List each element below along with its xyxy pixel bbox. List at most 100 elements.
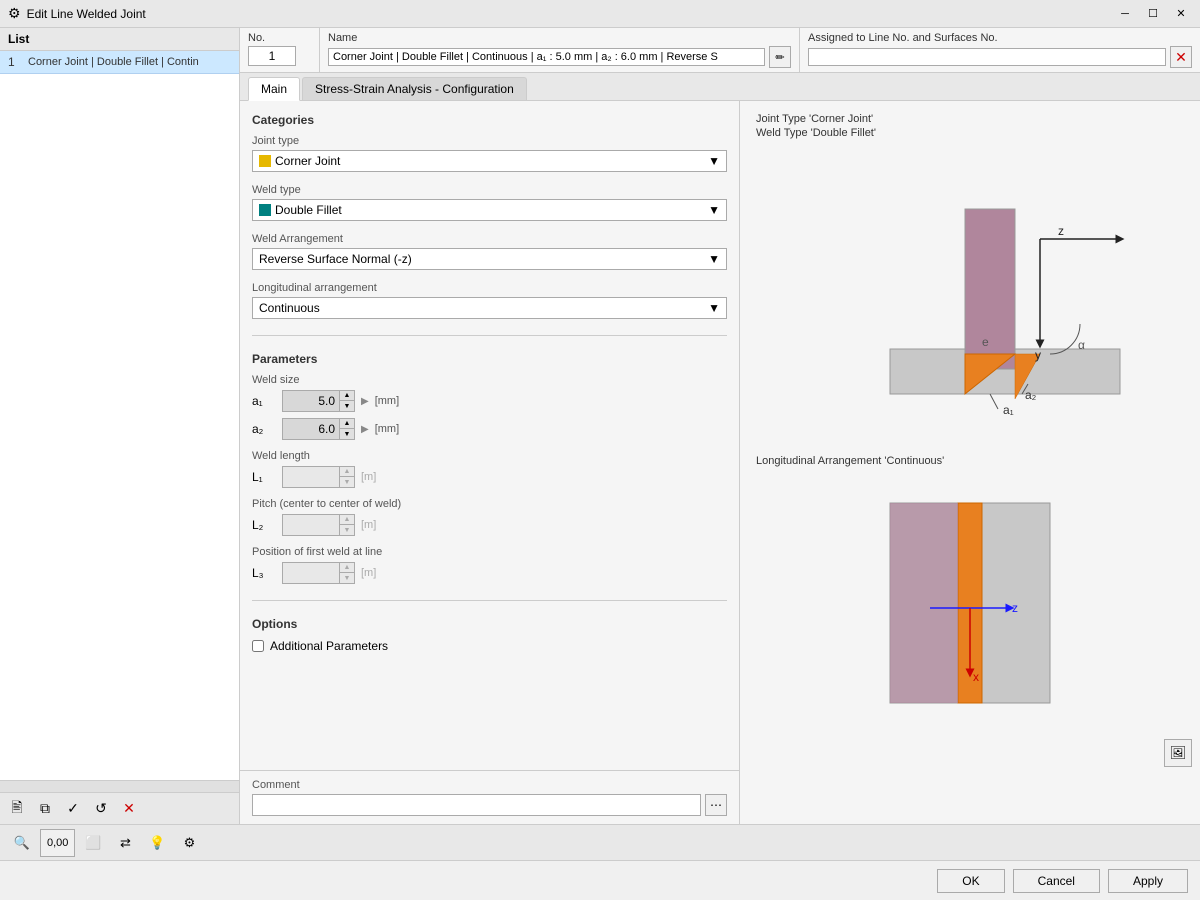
- a2-row: a₂ ▲ ▼ ▶ [mm]: [252, 418, 727, 440]
- comment-input[interactable]: [252, 794, 701, 816]
- svg-text:e: e: [982, 335, 989, 349]
- a1-label: a₁: [252, 394, 276, 408]
- a1-input-group: ▲ ▼: [282, 390, 355, 412]
- joint-type-group: Joint type Corner Joint ▼: [252, 135, 727, 172]
- weld-type-group: Weld type Double Fillet ▼: [252, 184, 727, 221]
- edit-name-button[interactable]: ✏: [769, 46, 791, 68]
- a2-arrow: ▶: [361, 424, 369, 435]
- clear-assigned-button[interactable]: ✕: [1170, 46, 1192, 68]
- cancel-button[interactable]: Cancel: [1013, 869, 1100, 893]
- list-item[interactable]: 1 Corner Joint | Double Fillet | Contin: [0, 51, 239, 74]
- reset-button[interactable]: ↺: [88, 796, 114, 822]
- diagram-export-button[interactable]: 🖼: [1164, 739, 1192, 767]
- confirm-button[interactable]: ✓: [60, 796, 86, 822]
- longitudinal-label: Longitudinal Arrangement 'Continuous': [740, 447, 1200, 475]
- assigned-label: Assigned to Line No. and Surfaces No.: [808, 32, 1192, 44]
- comment-button[interactable]: ⋯: [705, 794, 727, 816]
- left-panel: List 1 Corner Joint | Double Fillet | Co…: [0, 28, 240, 824]
- name-section: Name ✏: [320, 28, 800, 72]
- close-button[interactable]: ✕: [1170, 3, 1192, 25]
- l2-increment: ▲: [340, 515, 354, 525]
- form-panel: Categories Joint type Corner Joint ▼: [240, 101, 740, 824]
- l2-input-group: ▲ ▼: [282, 514, 355, 536]
- add-item-button[interactable]: 🖹: [4, 796, 30, 822]
- l3-spin: ▲ ▼: [339, 563, 354, 583]
- weld-type-select[interactable]: Double Fillet ▼: [252, 199, 727, 221]
- maximize-button[interactable]: ☐: [1142, 3, 1164, 25]
- l3-decrement: ▼: [340, 573, 354, 583]
- a1-row: a₁ ▲ ▼ ▶ [mm]: [252, 390, 727, 412]
- coordinates-display[interactable]: 0,00: [40, 829, 75, 857]
- longitudinal-arrangement-select[interactable]: Continuous ▼: [252, 297, 727, 319]
- duplicate-button[interactable]: ⧉: [32, 796, 58, 822]
- tab-main[interactable]: Main: [248, 77, 300, 101]
- l3-increment: ▲: [340, 563, 354, 573]
- view-button[interactable]: ⬜: [79, 829, 107, 857]
- list-item-text: Corner Joint | Double Fillet | Contin: [28, 56, 199, 68]
- a1-spin: ▲ ▼: [339, 391, 354, 411]
- additional-params-label: Additional Parameters: [270, 639, 388, 653]
- svg-text:y: y: [1035, 348, 1041, 362]
- l2-decrement: ▼: [340, 525, 354, 535]
- a1-increment[interactable]: ▲: [340, 391, 354, 401]
- weld-length-section: Weld length L₁ ▲ ▼: [252, 450, 727, 488]
- a2-decrement[interactable]: ▼: [340, 429, 354, 439]
- a2-input[interactable]: [283, 420, 339, 438]
- l1-row: L₁ ▲ ▼ [m]: [252, 466, 727, 488]
- divider1: [252, 335, 727, 336]
- title-bar: ⚙ Edit Line Welded Joint ─ ☐ ✕: [0, 0, 1200, 28]
- l1-increment: ▲: [340, 467, 354, 477]
- longitudinal-arrangement-group: Longitudinal arrangement Continuous ▼: [252, 282, 727, 319]
- diagram-label1: Joint Type 'Corner Joint': [756, 113, 1184, 125]
- additional-params-checkbox[interactable]: [252, 640, 264, 652]
- form-inner: Categories Joint type Corner Joint ▼: [240, 101, 739, 770]
- tab-bar: Main Stress-Strain Analysis - Configurat…: [240, 73, 1200, 101]
- longitudinal-arrangement-value: Continuous: [259, 301, 320, 315]
- position-label: Position of first weld at line: [252, 546, 727, 558]
- a2-input-group: ▲ ▼: [282, 418, 355, 440]
- ok-button[interactable]: OK: [937, 869, 1004, 893]
- search-tool-button[interactable]: 🔍: [8, 829, 36, 857]
- l2-label: L₂: [252, 518, 276, 532]
- right-area: No. Name ✏ Assigned to Line No. and Surf…: [240, 28, 1200, 824]
- a1-input[interactable]: [283, 392, 339, 410]
- svg-text:x: x: [973, 670, 979, 684]
- continuous-diagram: z x: [740, 475, 1200, 731]
- longitudinal-arrangement-arrow: ▼: [708, 301, 720, 315]
- a2-increment[interactable]: ▲: [340, 419, 354, 429]
- minimize-button[interactable]: ─: [1114, 3, 1136, 25]
- parameters-label: Parameters: [252, 352, 727, 366]
- weld-type-arrow: ▼: [708, 203, 720, 217]
- apply-button[interactable]: Apply: [1108, 869, 1188, 893]
- comment-row: ⋯: [252, 794, 727, 816]
- joint-type-value: Corner Joint: [275, 154, 340, 168]
- list-scrollbar[interactable]: [0, 780, 239, 792]
- joint-type-select[interactable]: Corner Joint ▼: [252, 150, 727, 172]
- a1-unit: [mm]: [375, 395, 399, 407]
- no-section: No.: [240, 28, 320, 72]
- no-label: No.: [248, 32, 311, 44]
- svg-text:z: z: [1012, 601, 1018, 615]
- svg-text:a₂: a₂: [1025, 388, 1037, 402]
- diagram-footer: 🖼: [740, 731, 1200, 775]
- l1-decrement: ▼: [340, 477, 354, 487]
- no-input[interactable]: [248, 46, 296, 66]
- assigned-input[interactable]: [808, 48, 1166, 66]
- svg-text:a₁: a₁: [1003, 403, 1014, 417]
- weld-type-value: Double Fillet: [275, 203, 342, 217]
- longitudinal-arrangement-diagram-label: Longitudinal Arrangement 'Continuous': [756, 455, 1184, 467]
- comment-section: Comment ⋯: [240, 770, 739, 824]
- l1-spin: ▲ ▼: [339, 467, 354, 487]
- tab-stress[interactable]: Stress-Strain Analysis - Configuration: [302, 77, 527, 100]
- l3-input-group: ▲ ▼: [282, 562, 355, 584]
- options-label: Options: [252, 617, 727, 631]
- categories-label: Categories: [252, 113, 727, 127]
- weld-arrangement-select[interactable]: Reverse Surface Normal (-z) ▼: [252, 248, 727, 270]
- settings-button[interactable]: ⚙: [175, 829, 203, 857]
- pitch-section: Pitch (center to center of weld) L₂ ▲ ▼: [252, 498, 727, 536]
- name-input[interactable]: [328, 48, 765, 66]
- a1-decrement[interactable]: ▼: [340, 401, 354, 411]
- help-button[interactable]: 💡: [143, 829, 171, 857]
- swap-button[interactable]: ⇄: [111, 829, 139, 857]
- delete-button[interactable]: ✕: [116, 796, 142, 822]
